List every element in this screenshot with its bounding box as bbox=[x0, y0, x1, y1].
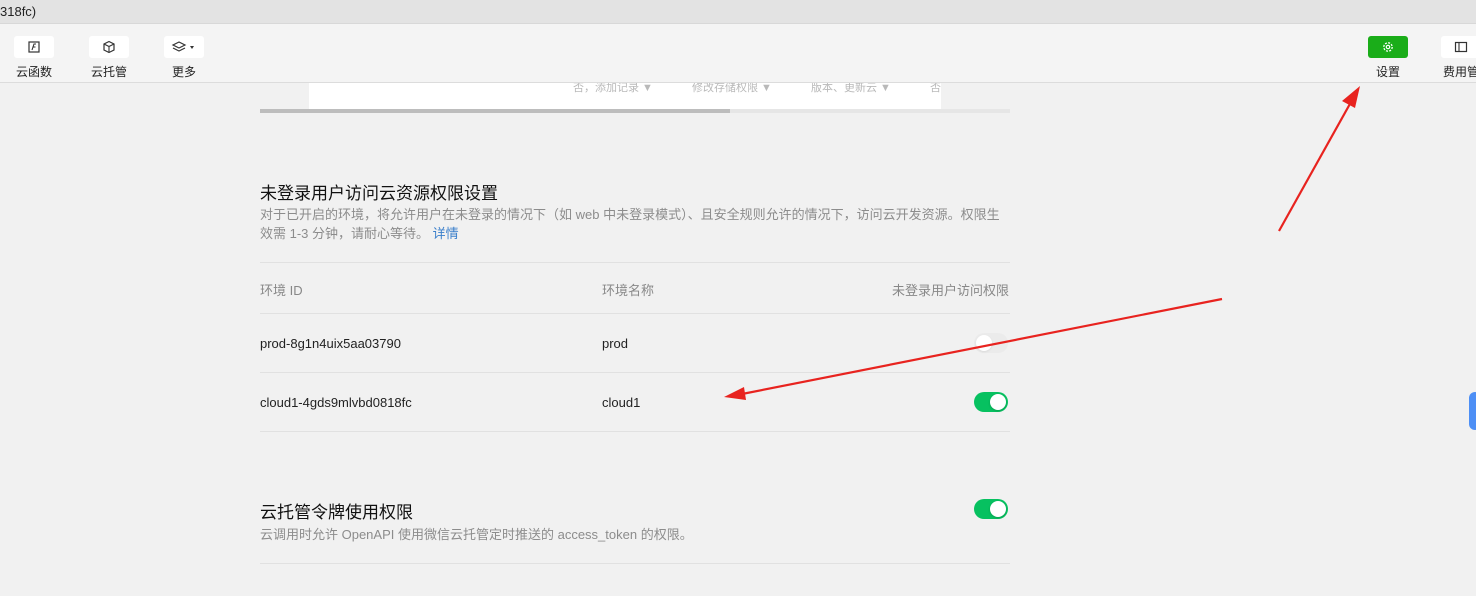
floating-side-button[interactable] bbox=[1469, 392, 1476, 430]
token-section-divider bbox=[260, 563, 1010, 564]
window-title: 318fc) bbox=[0, 4, 37, 19]
previous-table-cell: 版本、更新云 ▼ bbox=[811, 83, 891, 94]
cloud-function-icon bbox=[14, 36, 54, 58]
toolbar-label: 设置 bbox=[1375, 65, 1400, 79]
toolbar-label: 云托管 bbox=[90, 65, 127, 79]
toolbar-label: 云函数 bbox=[15, 65, 52, 79]
panel-icon bbox=[1441, 36, 1476, 58]
env-id-cell: cloud1-4gds9mlvbd0818fc bbox=[260, 395, 412, 410]
settings-content: 否，添加记录 ▼ 修改存储权限 ▼ 版本、更新云 ▼ 否 未登录用户访问云资源权… bbox=[0, 83, 1476, 596]
horizontal-scrollbar-thumb[interactable] bbox=[260, 109, 730, 113]
table-row-divider bbox=[260, 372, 1010, 373]
previous-table-panel: 否，添加记录 ▼ 修改存储权限 ▼ 版本、更新云 ▼ 否 bbox=[309, 83, 941, 109]
table-top-divider bbox=[260, 262, 1010, 263]
previous-table-row: 否，添加记录 ▼ 修改存储权限 ▼ 版本、更新云 ▼ 否 bbox=[309, 83, 941, 94]
env-name-cell: prod bbox=[602, 336, 629, 351]
env-name-cell: cloud1 bbox=[602, 395, 641, 410]
previous-table-cell: 否，添加记录 ▼ bbox=[573, 83, 653, 94]
details-link[interactable]: 详情 bbox=[433, 226, 459, 241]
token-section-title: 云托管令牌使用权限 bbox=[260, 503, 413, 522]
toggle-knob bbox=[990, 501, 1006, 517]
toolbar-cloud-hosting-button[interactable]: 云托管 bbox=[89, 36, 129, 80]
unauth-section-title: 未登录用户访问云资源权限设置 bbox=[260, 184, 498, 203]
top-toolbar: 云函数 云托管 更多 设置 费用管 bbox=[0, 24, 1476, 83]
token-access-toggle[interactable] bbox=[974, 499, 1008, 519]
unauth-access-toggle-cloud1[interactable] bbox=[974, 392, 1008, 412]
unauth-access-toggle-prod[interactable] bbox=[974, 333, 1008, 353]
toolbar-label: 更多 bbox=[171, 65, 196, 79]
token-section-description: 云调用时允许 OpenAPI 使用微信云托管定时推送的 access_token… bbox=[260, 527, 693, 542]
unauth-section-description: 对于已开启的环境，将允许用户在未登录的情况下（如 web 中未登录模式）、且安全… bbox=[260, 205, 1012, 243]
toggle-knob bbox=[976, 335, 992, 351]
toolbar-settings-button[interactable]: 设置 bbox=[1368, 36, 1408, 80]
toolbar-more-button[interactable]: 更多 bbox=[164, 36, 204, 80]
table-header-divider bbox=[260, 313, 1010, 314]
table-bottom-divider bbox=[260, 431, 1010, 432]
column-header-env-id: 环境 ID bbox=[260, 283, 303, 298]
previous-table-cell: 否 bbox=[930, 83, 941, 94]
column-header-env-name: 环境名称 bbox=[602, 283, 655, 298]
column-header-unauth-access: 未登录用户访问权限 bbox=[892, 283, 1010, 298]
toolbar-label: 费用管 bbox=[1442, 65, 1476, 79]
env-id-cell: prod-8g1n4uix5aa03790 bbox=[260, 336, 401, 351]
unauth-description-text: 对于已开启的环境，将允许用户在未登录的情况下（如 web 中未登录模式）、且安全… bbox=[260, 207, 1000, 241]
cube-icon bbox=[89, 36, 129, 58]
previous-table-cell: 修改存储权限 ▼ bbox=[692, 83, 772, 94]
toggle-knob bbox=[990, 394, 1006, 410]
horizontal-scrollbar[interactable] bbox=[260, 109, 1010, 113]
window-titlebar: 318fc) bbox=[0, 0, 1476, 24]
toolbar-billing-button[interactable]: 费用管 bbox=[1441, 36, 1476, 80]
layers-dropdown-icon bbox=[164, 36, 204, 58]
gear-icon bbox=[1368, 36, 1408, 58]
toolbar-cloud-function-button[interactable]: 云函数 bbox=[14, 36, 54, 80]
